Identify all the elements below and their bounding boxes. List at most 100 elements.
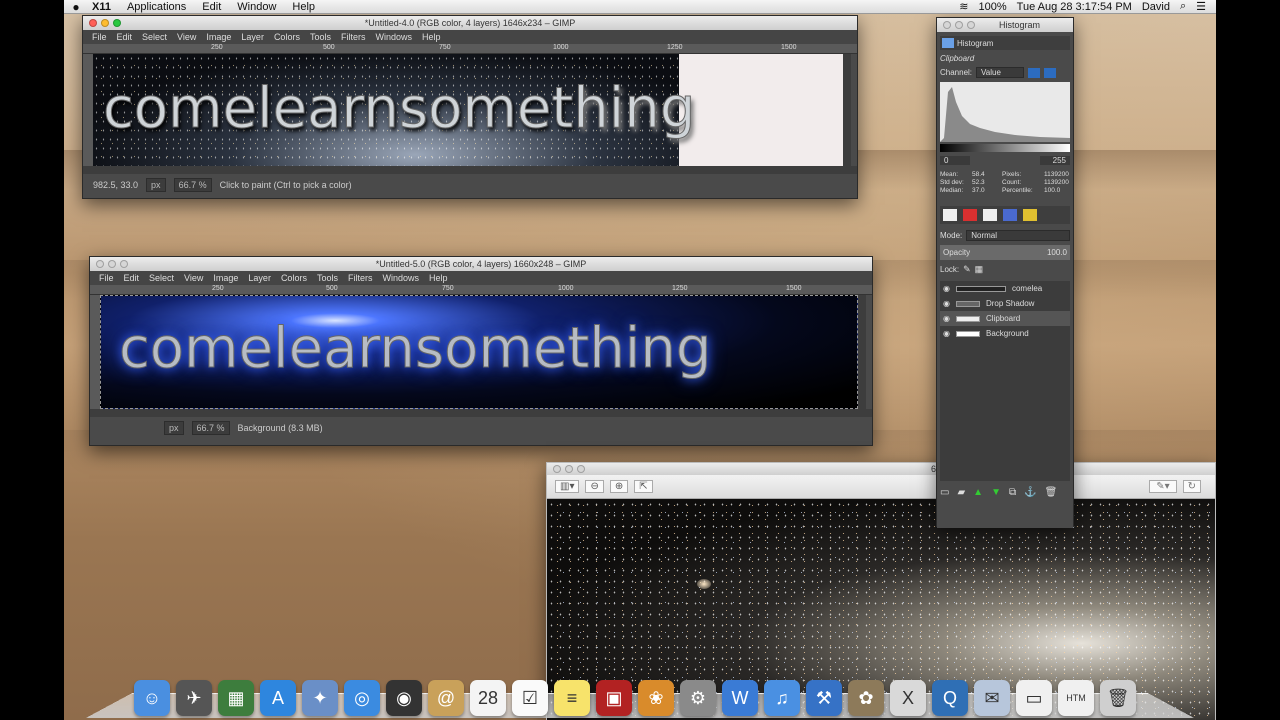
iphoto-icon[interactable]: ❀ [638, 680, 674, 716]
menu-view[interactable]: View [179, 273, 208, 283]
menu-applications[interactable]: Applications [119, 1, 194, 13]
menu-help[interactable]: Help [417, 32, 446, 42]
image-canvas[interactable]: comelearnsomething [100, 295, 858, 409]
wifi-icon[interactable]: ≋ [959, 0, 968, 13]
menu-tools[interactable]: Tools [305, 32, 336, 42]
eye-icon[interactable]: ◉ [943, 299, 950, 308]
lock-pixels-icon[interactable]: ✎ [963, 264, 971, 275]
minimize-button[interactable] [108, 260, 116, 268]
menu-image[interactable]: Image [201, 32, 236, 42]
notes-icon[interactable]: ≡ [554, 680, 590, 716]
image-canvas[interactable]: comelearnsomething [93, 54, 843, 166]
zoom-button[interactable] [967, 21, 975, 29]
document-icon[interactable]: ▭ [1016, 680, 1052, 716]
zoom-select[interactable]: 66.7 % [173, 178, 212, 192]
menu-view[interactable]: View [172, 32, 201, 42]
preview-app-icon[interactable]: ✉ [974, 680, 1010, 716]
address-book-icon[interactable]: @ [428, 680, 464, 716]
close-button[interactable] [943, 21, 951, 29]
tab-histogram[interactable]: Histogram [940, 36, 1070, 50]
zoom-button[interactable] [113, 19, 121, 27]
undo-tab-icon[interactable] [1023, 209, 1037, 221]
gimp-icon[interactable]: ✿ [848, 680, 884, 716]
layers-tab-icon[interactable] [943, 209, 957, 221]
layer-row[interactable]: ◉ Clipboard [940, 311, 1070, 326]
range-low-input[interactable]: 0 [940, 156, 970, 165]
horizontal-scrollbar[interactable] [83, 166, 857, 174]
window-titlebar[interactable]: *Untitled-4.0 (RGB color, 4 layers) 1646… [83, 16, 857, 30]
menu-colors[interactable]: Colors [269, 32, 305, 42]
close-button[interactable] [89, 19, 97, 27]
window-titlebar[interactable]: Histogram [937, 18, 1073, 32]
close-button[interactable] [553, 465, 561, 473]
zoom-select[interactable]: 66.7 % [191, 421, 230, 435]
horizontal-scrollbar[interactable] [90, 409, 872, 417]
window-titlebar[interactable]: 6 [547, 463, 1215, 475]
opacity-slider[interactable]: Opacity 100.0 [940, 245, 1070, 260]
menu-layer[interactable]: Layer [236, 32, 269, 42]
menu-file[interactable]: File [87, 32, 112, 42]
channel-select[interactable]: Value [976, 67, 1025, 78]
user-menu[interactable]: David [1142, 1, 1170, 13]
horizontal-ruler[interactable]: 250 500 750 1000 1250 1500 [90, 285, 872, 295]
paths-tab-icon[interactable] [983, 209, 997, 221]
xcode-icon[interactable]: ⚒ [806, 680, 842, 716]
rotate-icon[interactable]: ↻ [1182, 480, 1201, 493]
menu-image[interactable]: Image [208, 273, 243, 283]
menu-edit[interactable]: Edit [112, 32, 138, 42]
trash-icon[interactable]: 🗑 [1100, 680, 1136, 716]
spotlight-icon[interactable]: ⌕ [1180, 0, 1186, 13]
mode-select[interactable]: Normal [966, 230, 1070, 241]
reminders-icon[interactable]: ☑ [512, 680, 548, 716]
menu-select[interactable]: Select [137, 32, 172, 42]
unit-select[interactable]: px [164, 421, 184, 435]
channels-tab-icon[interactable] [963, 209, 977, 221]
notification-icon[interactable]: ☰ [1196, 0, 1206, 13]
menu-edit[interactable]: Edit [119, 273, 145, 283]
minimize-button[interactable] [101, 19, 109, 27]
finder-icon[interactable]: ☺ [134, 680, 170, 716]
apple-menu-icon[interactable]: ● [64, 0, 88, 14]
quicktime-icon[interactable]: Q [932, 680, 968, 716]
word-icon[interactable]: W [722, 680, 758, 716]
unit-select[interactable]: px [146, 178, 166, 192]
close-button[interactable] [96, 260, 104, 268]
mission-control-icon[interactable]: ▦ [218, 680, 254, 716]
launchpad-icon[interactable]: ✈ [176, 680, 212, 716]
preview-icon[interactable]: ✦ [302, 680, 338, 716]
system-preferences-icon[interactable]: ⚙ [680, 680, 716, 716]
app-store-icon[interactable]: A [260, 680, 296, 716]
battery-status[interactable]: 100% [979, 1, 1007, 13]
log-histogram-icon[interactable] [1044, 67, 1057, 78]
vertical-ruler[interactable] [83, 54, 93, 166]
zoom-button[interactable] [577, 465, 585, 473]
vertical-ruler[interactable] [90, 295, 100, 409]
range-high-input[interactable]: 255 [1040, 156, 1070, 165]
x11-icon[interactable]: X [890, 680, 926, 716]
histogram-graph[interactable] [940, 82, 1070, 142]
linear-histogram-icon[interactable] [1028, 67, 1041, 78]
new-group-icon[interactable]: ▰ [957, 487, 965, 498]
layer-row[interactable]: ◉ Drop Shadow [940, 296, 1070, 311]
photo-booth-icon[interactable]: ▣ [596, 680, 632, 716]
menu-edit[interactable]: Edit [194, 1, 229, 13]
lock-alpha-icon[interactable]: ▦ [975, 264, 984, 275]
menu-layer[interactable]: Layer [243, 273, 276, 283]
menu-select[interactable]: Select [144, 273, 179, 283]
layer-row[interactable]: ◉ comelea [940, 281, 1070, 296]
itunes-icon[interactable]: ♫ [764, 680, 800, 716]
document-htm-icon[interactable]: HTM [1058, 680, 1094, 716]
menu-tools[interactable]: Tools [312, 273, 343, 283]
share-icon[interactable]: ⇱ [634, 480, 653, 493]
menu-file[interactable]: File [94, 273, 119, 283]
menu-filters[interactable]: Filters [336, 32, 371, 42]
annotate-icon[interactable]: ✎▾ [1149, 480, 1177, 493]
sidebar-toggle-icon[interactable]: ▥▾ [555, 480, 580, 493]
eye-icon[interactable]: ◉ [943, 329, 950, 338]
app-menu[interactable]: X11 [88, 1, 119, 13]
zoom-in-icon[interactable]: ⊕ [609, 480, 629, 493]
clock[interactable]: Tue Aug 28 3:17:54 PM [1017, 1, 1132, 13]
lower-layer-icon[interactable]: ▼ [991, 487, 1001, 498]
window-titlebar[interactable]: *Untitled-5.0 (RGB color, 4 layers) 1660… [90, 257, 872, 271]
menu-help[interactable]: Help [424, 273, 453, 283]
